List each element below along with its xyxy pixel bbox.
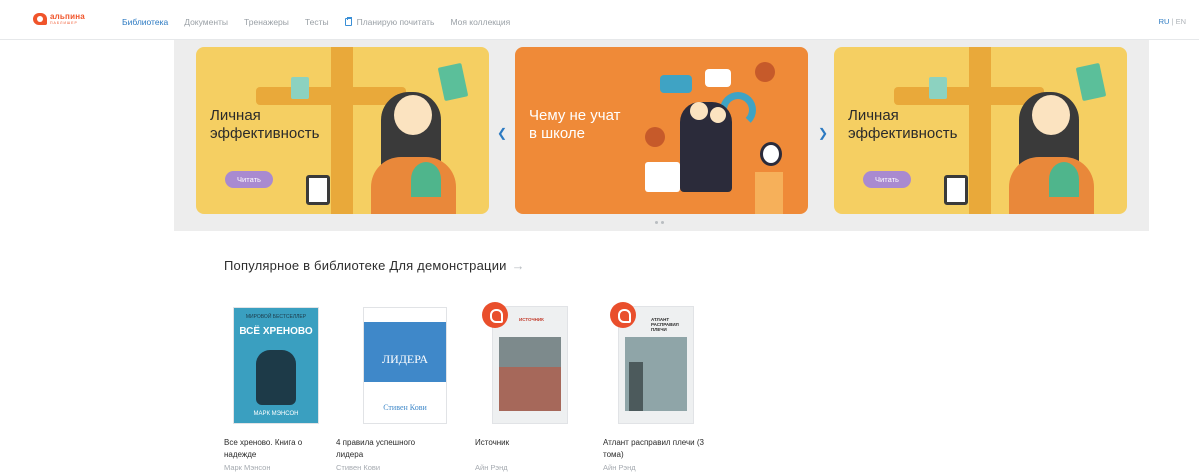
alpina-logo[interactable]: альпина ПАБЛИШЕР	[33, 13, 85, 26]
banner-title: Личная эффективность	[210, 107, 320, 142]
logo-text: альпина ПАБЛИШЕР	[50, 13, 85, 26]
nav-trainers[interactable]: Тренажеры	[244, 17, 289, 27]
nav-library[interactable]: Библиотека	[122, 17, 168, 27]
book-illustration	[1075, 62, 1107, 102]
clipboard-icon	[344, 17, 352, 26]
cover-title: ЛИДЕРА	[381, 352, 429, 366]
book-author: Стивен Кови	[336, 463, 381, 472]
nav-tests[interactable]: Тесты	[305, 17, 329, 27]
slide-illustration-arm	[969, 47, 991, 214]
main-nav: Библиотека Документы Тренажеры Тесты Пла…	[122, 17, 526, 27]
coffee-cup-icon	[291, 77, 309, 99]
chevron-right-icon[interactable]: ❯	[818, 126, 828, 140]
clock-icon	[760, 142, 782, 166]
section-title[interactable]: Популярное в библиотеке Для демонстрации…	[224, 258, 525, 273]
book-title[interactable]: Источник	[475, 437, 580, 449]
cover-image-bottom	[499, 367, 561, 411]
nav-planned-reading[interactable]: Планирую почитать	[344, 17, 435, 27]
circle-decoration	[755, 62, 775, 82]
book-cover[interactable]: ЛИДЕРА Стивен Кови	[363, 307, 447, 424]
book-illustration	[437, 62, 469, 102]
coffee-cup-icon	[929, 77, 947, 99]
read-button[interactable]: Читать	[225, 171, 273, 188]
banner-slide-1[interactable]: Личная эффективность Читать	[196, 47, 489, 214]
alpina-badge-icon	[610, 302, 636, 328]
book-cover[interactable]: МИРОВОЙ БЕСТСЕЛЛЕР ВСЁ ХРЕНОВО МАРК МЭНС…	[233, 307, 319, 424]
plant-illustration	[411, 162, 441, 197]
cover-author: Стивен Кови	[383, 403, 427, 412]
book-author: Айн Рэнд	[475, 463, 508, 472]
lang-ru[interactable]: RU	[1159, 17, 1170, 26]
alpina-logo-icon	[33, 13, 47, 26]
book-title[interactable]: Атлант расправил плечи (3 тома)	[603, 437, 708, 461]
cover-title: ВСЁ ХРЕНОВО	[239, 326, 313, 337]
carousel-dot[interactable]	[661, 221, 664, 224]
rocket-illustration	[755, 172, 783, 214]
laptop-illustration	[645, 162, 680, 192]
tablet-illustration	[306, 175, 330, 205]
cover-author: МАРК МЭНСОН	[253, 411, 299, 417]
nav-planned-reading-label: Планирую почитать	[356, 17, 435, 27]
cover-header: МИРОВОЙ БЕСТСЕЛЛЕР	[245, 314, 307, 320]
gear-icon	[645, 127, 665, 147]
lang-en[interactable]: EN	[1176, 17, 1186, 26]
banner-title: Личная эффективность	[848, 107, 958, 142]
child-face-2	[710, 107, 726, 123]
heart-bubble-icon	[705, 69, 731, 87]
person-face	[1032, 95, 1070, 135]
nav-my-collection[interactable]: Моя коллекция	[450, 17, 510, 27]
arrow-right-icon: →	[511, 258, 525, 273]
section-title-text: Популярное в библиотеке Для демонстрации	[224, 258, 507, 273]
cover-building	[629, 362, 643, 411]
person-face	[394, 95, 432, 135]
cover-figure	[256, 350, 296, 405]
carousel-dots	[655, 221, 667, 224]
top-nav: альпина ПАБЛИШЕР Библиотека Документы Тр…	[0, 0, 1199, 40]
banner-title: Чему не учат в школе	[529, 107, 621, 142]
chevron-left-icon[interactable]: ❮	[497, 126, 507, 140]
book-author: Марк Мэнсон	[224, 463, 271, 472]
book-title[interactable]: Все хреново. Книга о надежде	[224, 437, 329, 461]
tablet-illustration	[944, 175, 968, 205]
banner-carousel: Личная эффективность Читать ❮ Чему не уч…	[174, 40, 1149, 231]
nav-documents[interactable]: Документы	[184, 17, 228, 27]
logo-line2: ПАБЛИШЕР	[50, 21, 78, 25]
slide-illustration-arm	[331, 47, 353, 214]
child-face-1	[690, 102, 708, 120]
book-author: Айн Рэнд	[603, 463, 636, 472]
alpina-badge-icon	[482, 302, 508, 328]
language-switcher: RU | EN	[1159, 17, 1186, 26]
cover-title: АТЛАНТ РАСПРАВИЛ ПЛЕЧИ	[651, 317, 679, 332]
banner-slide-3[interactable]: Личная эффективность Читать	[834, 47, 1127, 214]
plant-illustration	[1049, 162, 1079, 197]
carousel-dot[interactable]	[655, 221, 658, 224]
cover-title: ИСТОЧНИК	[519, 317, 544, 322]
read-button[interactable]: Читать	[863, 171, 911, 188]
book-title[interactable]: 4 правила успешного лидера	[336, 437, 441, 461]
banner-slide-2[interactable]: Чему не учат в школе	[515, 47, 808, 214]
chat-bubble-icon	[660, 75, 692, 93]
logo-line1: альпина	[50, 12, 85, 21]
